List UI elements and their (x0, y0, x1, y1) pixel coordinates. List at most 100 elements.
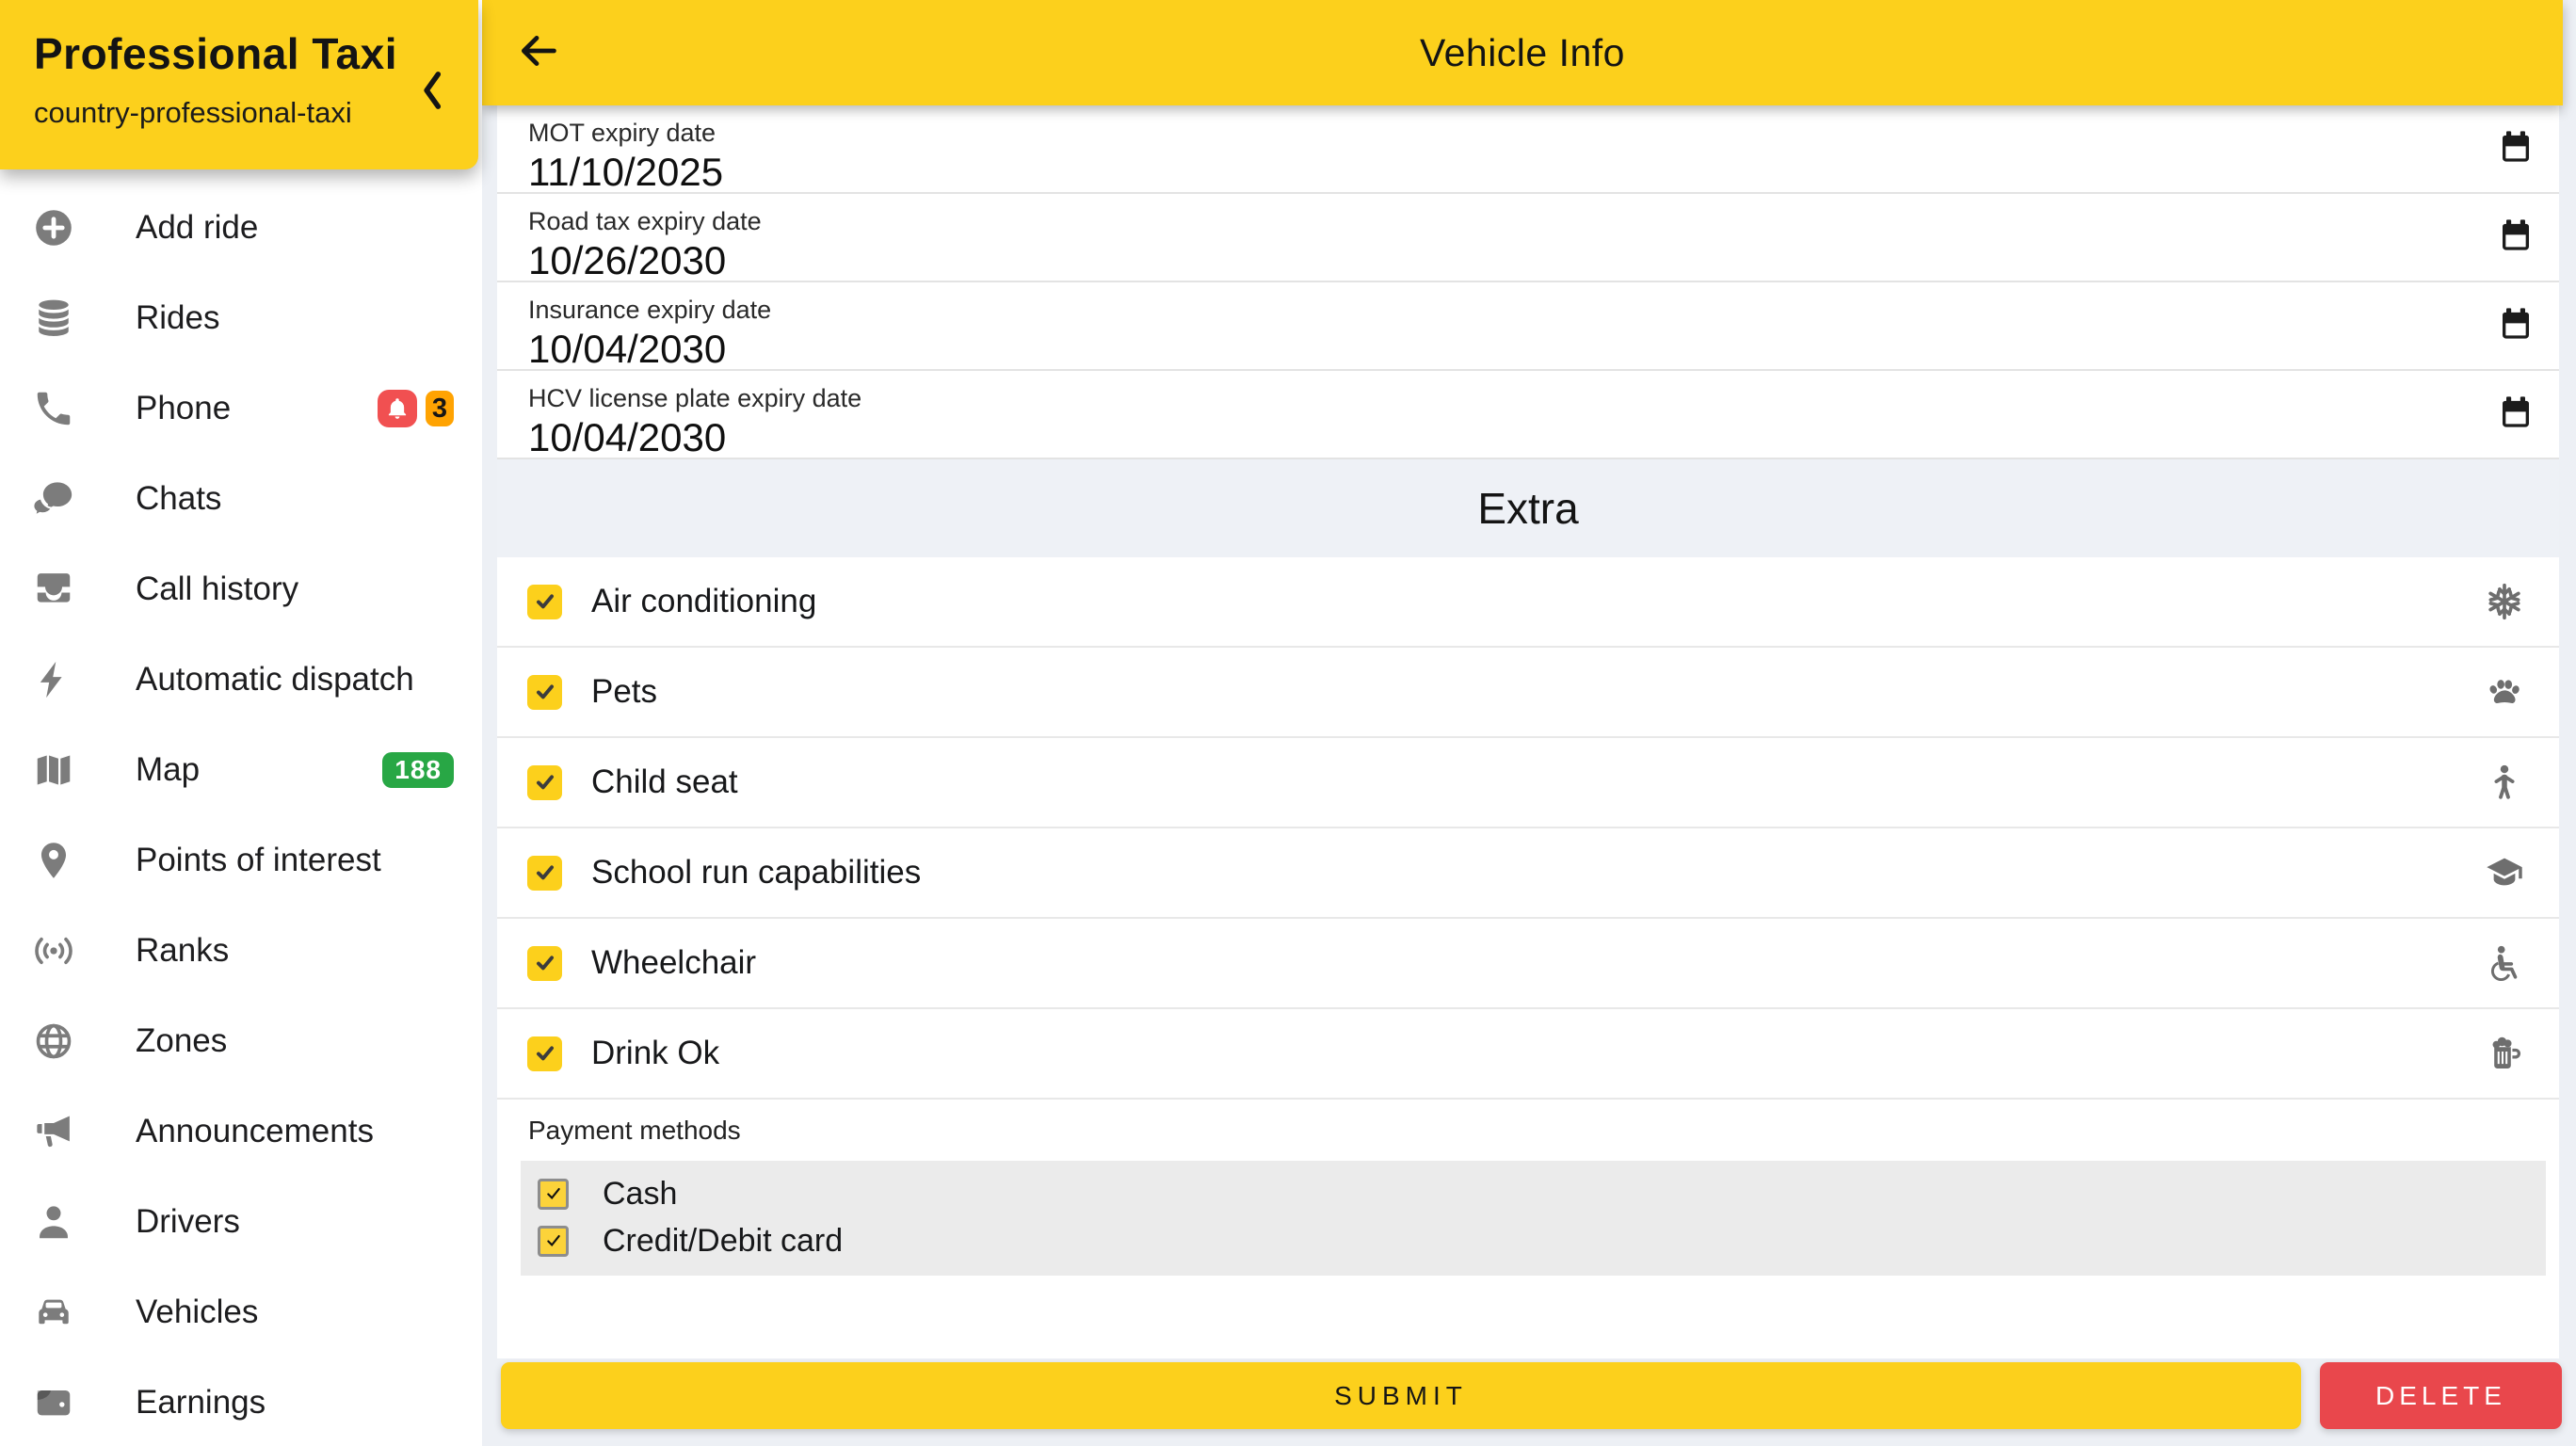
sidebar-item-chats[interactable]: Chats (0, 454, 482, 544)
sidebar-item-label: Drivers (136, 1203, 240, 1241)
sidebar-item-label: Add ride (136, 209, 258, 247)
map-count-badge: 188 (382, 752, 454, 788)
delete-button[interactable]: DELETE (2320, 1362, 2562, 1429)
sidebar-item-label: Ranks (136, 932, 229, 970)
sidebar-item-vehicles[interactable]: Vehicles (0, 1267, 482, 1358)
person-icon (32, 1200, 75, 1244)
graduation-cap-icon (2484, 852, 2525, 893)
field-value[interactable]: 10/04/2030 (528, 414, 2446, 461)
sidebar-item-label: Rides (136, 299, 219, 337)
extra-label: Drink Ok (591, 1035, 719, 1072)
phone-badges: 3 (378, 390, 454, 427)
field-insurance-expiry[interactable]: Insurance expiry date 10/04/2030 (497, 282, 2559, 371)
sidebar-item-map[interactable]: Map 188 (0, 725, 482, 815)
field-label: HCV license plate expiry date (528, 382, 2446, 414)
sidebar-item-phone[interactable]: Phone 3 (0, 363, 482, 454)
paw-icon (2484, 671, 2525, 713)
sidebar-item-call-history[interactable]: Call history (0, 544, 482, 635)
child-seat-checkbox[interactable] (527, 765, 562, 800)
wallet-icon (32, 1381, 75, 1424)
credit-debit-checkbox[interactable] (538, 1226, 569, 1257)
payment-option-credit-debit: Credit/Debit card (538, 1217, 2546, 1264)
arrow-left-icon (516, 28, 561, 78)
sidebar-item-ranks[interactable]: Ranks (0, 906, 482, 996)
back-button[interactable] (512, 26, 565, 79)
sidebar-item-label: Vehicles (136, 1293, 258, 1331)
chat-bubbles-icon (32, 477, 75, 521)
wheelchair-checkbox[interactable] (527, 946, 562, 981)
sidebar-collapse-button[interactable] (411, 68, 452, 117)
extra-child-seat: Child seat (497, 738, 2559, 828)
sidebar-item-announcements[interactable]: Announcements (0, 1086, 482, 1177)
sidebar-item-drivers[interactable]: Drivers (0, 1177, 482, 1267)
payment-methods-section: Payment methods Cash Credit/Debit card (497, 1100, 2559, 1276)
sidebar: Professional Taxi country-professional-t… (0, 0, 482, 1446)
sidebar-item-earnings[interactable]: Earnings (0, 1358, 482, 1446)
air-conditioning-checkbox[interactable] (527, 585, 562, 619)
folded-map-icon (32, 748, 75, 792)
megaphone-icon (32, 1110, 75, 1153)
chevron-left-icon (417, 70, 445, 116)
sidebar-menu: Add ride Rides Phone 3 (0, 183, 482, 1446)
field-value[interactable]: 11/10/2025 (528, 149, 2446, 196)
field-label: Insurance expiry date (528, 294, 2446, 326)
map-pin-icon (32, 839, 75, 882)
sidebar-item-rides[interactable]: Rides (0, 273, 482, 363)
sidebar-item-label: Earnings (136, 1384, 266, 1422)
calendar-icon[interactable] (2497, 217, 2538, 258)
sidebar-item-zones[interactable]: Zones (0, 996, 482, 1086)
sidebar-item-automatic-dispatch[interactable]: Automatic dispatch (0, 635, 482, 725)
page-header: Vehicle Info (482, 0, 2563, 105)
field-label: MOT expiry date (528, 117, 2446, 149)
field-label: Road tax expiry date (528, 205, 2446, 237)
extra-drink-ok: Drink Ok (497, 1009, 2559, 1100)
sidebar-item-label: Announcements (136, 1113, 374, 1150)
plus-circle-icon (32, 206, 75, 249)
sidebar-item-label: Chats (136, 480, 221, 518)
field-road-tax-expiry[interactable]: Road tax expiry date 10/26/2030 (497, 194, 2559, 282)
extra-label: Wheelchair (591, 944, 756, 982)
beer-mug-icon (2484, 1033, 2525, 1074)
extra-label: Pets (591, 673, 657, 711)
app-window: Professional Taxi country-professional-t… (0, 0, 2576, 1446)
calendar-icon[interactable] (2497, 128, 2538, 169)
globe-icon (32, 1020, 75, 1063)
sidebar-item-add-ride[interactable]: Add ride (0, 183, 482, 273)
extra-pets: Pets (497, 648, 2559, 738)
accessibility-person-icon (2484, 762, 2525, 803)
sidebar-item-label: Automatic dispatch (136, 661, 414, 699)
radio-waves-icon (32, 929, 75, 972)
extra-label: Air conditioning (591, 583, 816, 620)
car-icon (32, 1291, 75, 1334)
sidebar-item-label: Zones (136, 1022, 227, 1060)
extra-air-conditioning: Air conditioning (497, 557, 2559, 648)
field-hcv-license-expiry[interactable]: HCV license plate expiry date 10/04/2030 (497, 371, 2559, 459)
drink-ok-checkbox[interactable] (527, 1036, 562, 1071)
extra-section-header: Extra (497, 459, 2559, 557)
sidebar-item-label: Points of interest (136, 842, 381, 879)
payment-option-label: Credit/Debit card (603, 1223, 843, 1260)
school-run-checkbox[interactable] (527, 856, 562, 891)
page-title: Vehicle Info (1420, 31, 1625, 75)
cash-checkbox[interactable] (538, 1179, 569, 1210)
payment-methods-label: Payment methods (528, 1115, 2559, 1147)
calendar-icon[interactable] (2497, 394, 2538, 435)
field-value[interactable]: 10/26/2030 (528, 237, 2446, 284)
phone-icon (32, 387, 75, 430)
calendar-icon[interactable] (2497, 305, 2538, 346)
inbox-tray-icon (32, 568, 75, 611)
database-icon (32, 297, 75, 340)
pets-checkbox[interactable] (527, 675, 562, 710)
alert-bell-badge (378, 390, 417, 427)
extra-label: Child seat (591, 763, 738, 801)
extra-school-run: School run capabilities (497, 828, 2559, 919)
lightning-bolt-icon (32, 658, 75, 701)
vehicle-info-form: MOT expiry date 11/10/2025 Road tax expi… (497, 105, 2559, 1358)
field-value[interactable]: 10/04/2030 (528, 326, 2446, 373)
extra-wheelchair: Wheelchair (497, 919, 2559, 1009)
sidebar-item-label: Phone (136, 390, 231, 427)
snowflake-icon (2484, 581, 2525, 622)
sidebar-item-points-of-interest[interactable]: Points of interest (0, 815, 482, 906)
submit-button[interactable]: SUBMIT (501, 1362, 2301, 1429)
field-mot-expiry[interactable]: MOT expiry date 11/10/2025 (497, 105, 2559, 194)
